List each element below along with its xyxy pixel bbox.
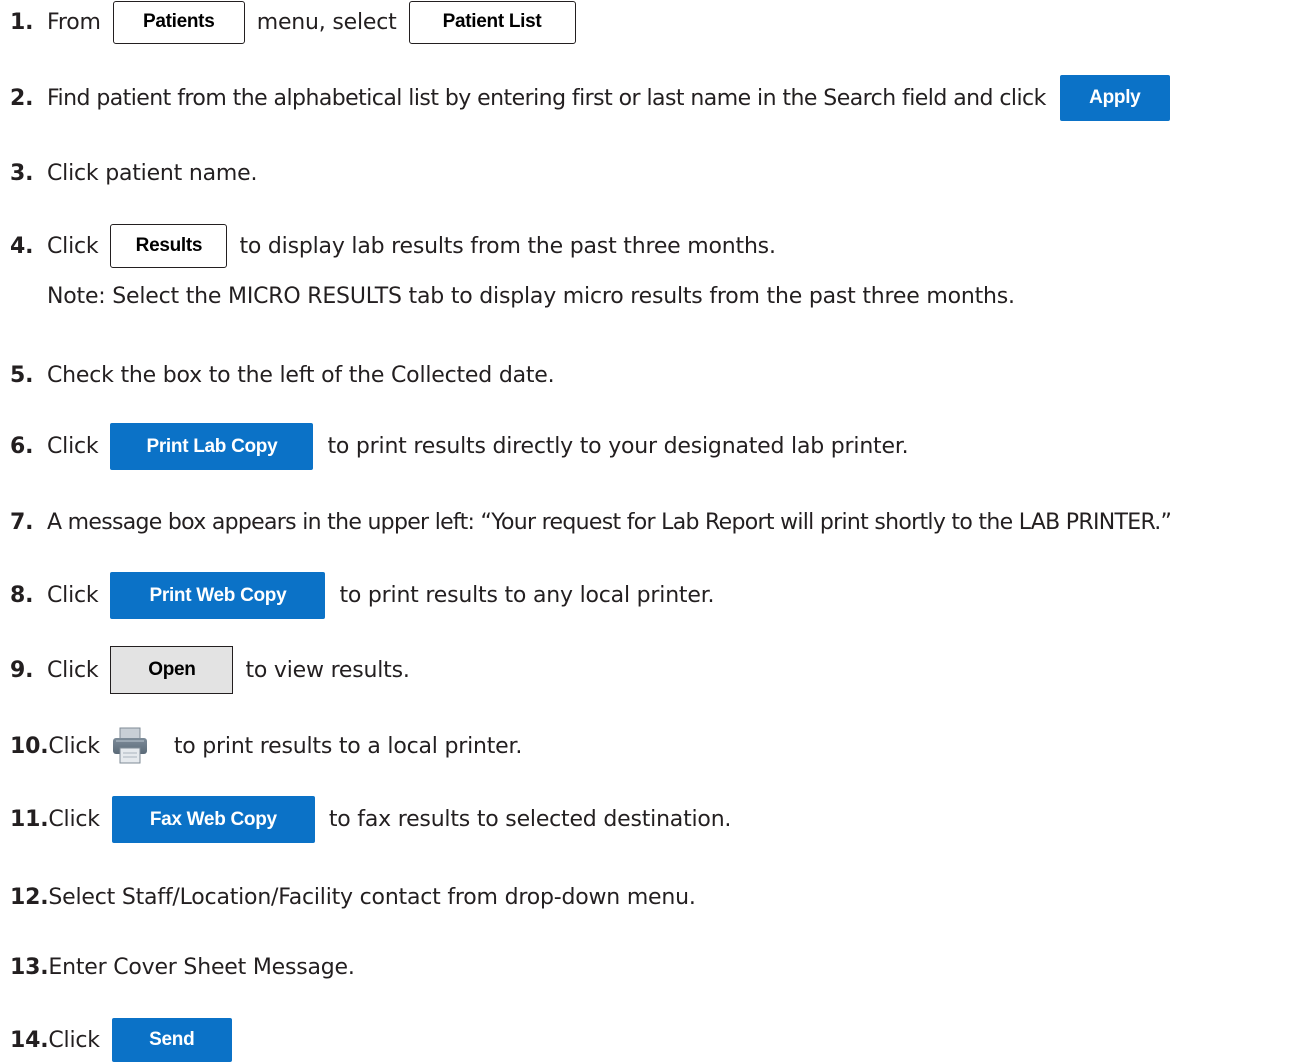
step-text: From: [47, 9, 101, 35]
step-text: A message box appears in the upper left:…: [47, 509, 1172, 535]
patient-list-button[interactable]: Patient List: [408, 0, 576, 44]
step-text: Click: [47, 657, 99, 683]
step-12: 12. Select Staff/Location/Facility conta…: [10, 877, 696, 917]
step-8: 8. Click Print Web Copy to print results…: [10, 572, 715, 619]
step-text: Click: [48, 733, 100, 759]
step-3: 3. Click patient name.: [10, 153, 257, 193]
step-text: Click: [47, 434, 99, 459]
step-text: Select Staff/Location/Facility contact f…: [48, 884, 696, 910]
open-button[interactable]: Open: [110, 646, 234, 694]
step-text: Click: [47, 233, 99, 259]
step-11: 11. Click Fax Web Copy to fax results to…: [10, 796, 731, 843]
step-number: 5.: [10, 362, 34, 388]
step-text: to print results to a local printer.: [173, 733, 523, 759]
step-number: 2.: [10, 85, 34, 111]
printer-icon[interactable]: [112, 727, 148, 765]
step-text: to print results to any local printer.: [339, 583, 715, 608]
step-number: 9.: [10, 657, 34, 683]
step-number: 6.: [10, 434, 34, 459]
step-number: 11.: [10, 807, 49, 832]
step-text: Click: [47, 583, 99, 608]
step-text: Click patient name.: [47, 160, 258, 186]
step-text: Click: [48, 807, 100, 832]
print-lab-copy-button[interactable]: Print Lab Copy: [110, 423, 314, 470]
step-text: menu, select: [256, 9, 397, 35]
step-text: Check the box to the left of the Collect…: [47, 362, 555, 388]
step-14: 14. Click Send: [10, 1018, 244, 1062]
step-1: 1. From Patients menu, select Patient Li…: [10, 0, 588, 44]
results-button[interactable]: Results: [110, 224, 228, 268]
step-number: 10.: [10, 733, 49, 759]
patients-button[interactable]: Patients: [112, 0, 245, 44]
step-text: to print results directly to your design…: [327, 434, 909, 459]
step-text: to display lab results from the past thr…: [239, 233, 776, 259]
step-text: to view results.: [245, 657, 410, 683]
step-text: Enter Cover Sheet Message.: [48, 954, 355, 980]
step-text: Click: [48, 1027, 100, 1053]
step-text: Find patient from the alphabetical list …: [47, 85, 1046, 111]
fax-web-copy-button[interactable]: Fax Web Copy: [111, 796, 315, 843]
step-4: 4. Click Results to display lab results …: [10, 224, 776, 268]
step-number: 1.: [10, 9, 34, 35]
step-13: 13. Enter Cover Sheet Message.: [10, 947, 355, 987]
step-number: 7.: [10, 509, 34, 535]
apply-button[interactable]: Apply: [1059, 75, 1170, 121]
step-number: 12.: [10, 884, 49, 910]
step-9: 9. Click Open to view results.: [10, 646, 410, 694]
step-text: to fax results to selected destination.: [328, 807, 732, 832]
step-6: 6. Click Print Lab Copy to print results…: [10, 423, 909, 470]
step-4-note: Note: Select the MICRO RESULTS tab to di…: [47, 284, 1015, 309]
step-number: 13.: [10, 954, 49, 980]
print-web-copy-button[interactable]: Print Web Copy: [110, 572, 326, 619]
step-number: 8.: [10, 583, 34, 608]
step-number: 3.: [10, 160, 34, 186]
step-number: 4.: [10, 233, 34, 259]
step-2: 2. Find patient from the alphabetical li…: [10, 75, 1182, 121]
step-number: 14.: [10, 1027, 49, 1053]
step-5: 5. Check the box to the left of the Coll…: [10, 355, 555, 395]
send-button[interactable]: Send: [111, 1018, 232, 1062]
step-7: 7. A message box appears in the upper le…: [10, 502, 1172, 542]
step-10: 10. Click to print results to a local pr…: [10, 726, 522, 766]
